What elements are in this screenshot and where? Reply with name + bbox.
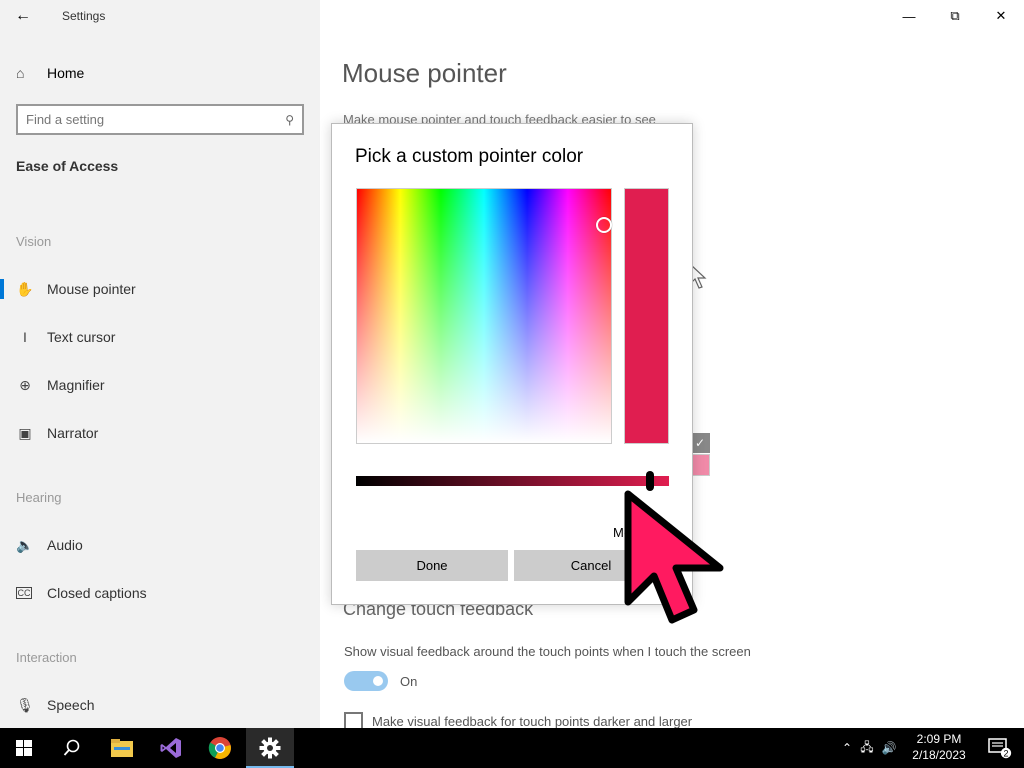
minimize-button[interactable]: — xyxy=(886,0,932,32)
sidebar-item-label: Audio xyxy=(47,537,83,553)
sidebar-item-label: Closed captions xyxy=(47,585,147,601)
home-nav-item[interactable]: ⌂ Home xyxy=(16,62,84,84)
notification-count: 2 xyxy=(1003,748,1008,758)
sidebar-item-text-cursor[interactable]: I Text cursor xyxy=(0,317,320,357)
settings-icon xyxy=(259,737,281,759)
audio-icon: 🔈 xyxy=(16,536,34,553)
color-spectrum[interactable] xyxy=(356,188,612,444)
toggle-knob xyxy=(373,676,383,686)
start-button[interactable] xyxy=(0,728,48,768)
touch-feedback-toggle[interactable] xyxy=(344,671,388,691)
page-title: Mouse pointer xyxy=(342,58,507,88)
sidebar-item-narrator[interactable]: ▣ Narrator xyxy=(0,413,320,453)
sidebar-item-label: Magnifier xyxy=(47,377,105,393)
color-picker-handle[interactable] xyxy=(596,217,612,233)
selection-indicator xyxy=(0,279,4,299)
search-box[interactable]: ⚲ xyxy=(16,104,304,135)
close-icon: ✕ xyxy=(995,8,1007,23)
magnifier-icon: ⊕ xyxy=(19,376,31,393)
chevron-up-icon[interactable]: ⌃ xyxy=(838,741,856,755)
done-button[interactable]: Done xyxy=(356,550,508,581)
chrome-icon xyxy=(208,737,231,759)
group-label-vision: Vision xyxy=(16,234,52,249)
sidebar-item-label: Text cursor xyxy=(47,329,116,345)
value-slider[interactable] xyxy=(356,476,669,486)
back-arrow-icon: ← xyxy=(15,7,31,24)
color-swatch-custom[interactable] xyxy=(690,454,710,476)
text-cursor-icon: I xyxy=(23,329,27,345)
sidebar-item-mouse-pointer[interactable]: ✋ Mouse pointer xyxy=(0,269,320,309)
restore-icon: ⧉ xyxy=(950,8,960,23)
sidebar-item-magnifier[interactable]: ⊕ Magnifier xyxy=(0,365,320,405)
mouse-pointer-icon: ✋ xyxy=(16,280,34,297)
restore-button[interactable]: ⧉ xyxy=(932,0,978,32)
system-tray: ⌃ 🖧 🔊 xyxy=(838,728,900,768)
chrome-button[interactable] xyxy=(196,728,244,768)
home-icon: ⌂ xyxy=(16,65,25,81)
taskbar-search-button[interactable] xyxy=(48,728,96,768)
minimize-icon: — xyxy=(902,8,916,24)
sidebar-item-closed-captions[interactable]: CC Closed captions xyxy=(0,573,320,613)
search-icon xyxy=(63,739,80,756)
search-input[interactable] xyxy=(26,112,286,127)
settings-taskbar-button[interactable] xyxy=(246,728,294,768)
value-slider-thumb[interactable] xyxy=(646,471,655,491)
sidebar-item-label: Mouse pointer xyxy=(47,281,136,297)
title-bar: ← Settings xyxy=(0,0,320,32)
sidebar-item-audio[interactable]: 🔈 Audio xyxy=(0,525,320,565)
clock[interactable]: 2:09 PM 2/18/2023 xyxy=(906,731,972,763)
group-label-hearing: Hearing xyxy=(16,490,62,505)
sidebar-item-label: Speech xyxy=(47,697,95,713)
volume-icon[interactable]: 🔊 xyxy=(878,741,900,755)
darker-feedback-label: Make visual feedback for touch points da… xyxy=(372,714,693,729)
start-icon xyxy=(16,740,32,756)
group-label-interaction: Interaction xyxy=(16,650,77,665)
home-label: Home xyxy=(47,65,85,81)
checkmark-icon: ✓ xyxy=(694,436,706,450)
taskbar: ⌃ 🖧 🔊 2:09 PM 2/18/2023 2 xyxy=(0,728,1024,768)
window-controls: — ⧉ ✕ xyxy=(886,0,1024,32)
narrator-icon: ▣ xyxy=(18,424,32,441)
search-icon: ⚲ xyxy=(285,112,294,127)
dialog-title: Pick a custom pointer color xyxy=(355,146,584,167)
sidebar-item-label: Narrator xyxy=(47,425,99,441)
action-center-button[interactable]: 2 xyxy=(976,728,1024,768)
sidebar-item-speech[interactable]: 🎙 Speech xyxy=(0,685,320,725)
close-button[interactable]: ✕ xyxy=(978,0,1024,32)
section-title: Ease of Access xyxy=(16,158,119,174)
touch-feedback-description: Show visual feedback around the touch po… xyxy=(344,644,751,659)
toggle-state-label: On xyxy=(400,674,418,689)
color-swatch-selected[interactable]: ✓ xyxy=(690,433,710,453)
file-explorer-icon xyxy=(111,739,133,757)
back-button[interactable]: ← xyxy=(0,0,46,32)
color-preview xyxy=(624,188,669,444)
mouse-cursor-icon xyxy=(624,490,724,624)
file-explorer-button[interactable] xyxy=(98,728,146,768)
closed-captions-icon: CC xyxy=(16,587,32,599)
notification-icon: 2 xyxy=(988,738,1012,758)
visual-studio-icon xyxy=(160,738,181,758)
microphone-icon: 🎙 xyxy=(16,696,34,713)
network-icon[interactable]: 🖧 xyxy=(856,738,878,759)
app-title: Settings xyxy=(62,9,106,23)
clock-date: 2/18/2023 xyxy=(912,748,966,762)
visual-studio-button[interactable] xyxy=(147,728,195,768)
clock-time: 2:09 PM xyxy=(916,732,962,746)
sidebar: ← Settings ⌂ Home ⚲ Ease of Access Visio… xyxy=(0,0,320,728)
